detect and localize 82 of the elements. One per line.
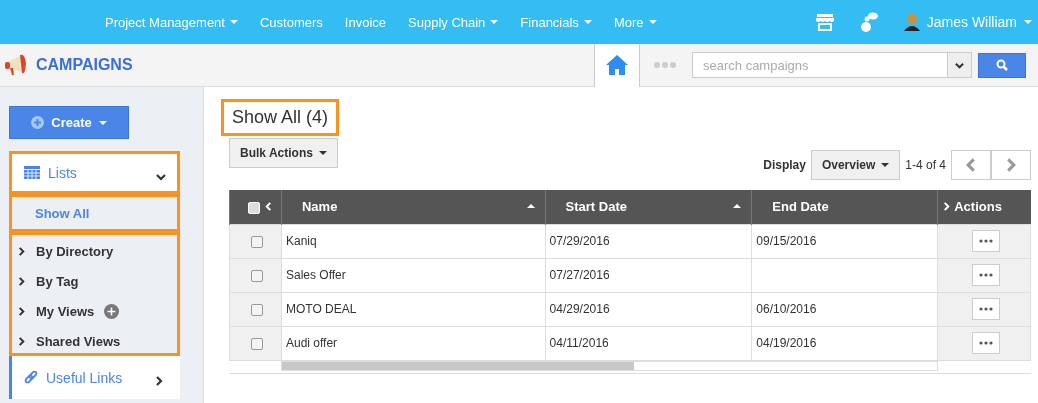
calendar-icon (24, 166, 40, 179)
sidebar-item[interactable]: By Directory (17, 236, 180, 266)
plus-icon (104, 303, 120, 319)
checkbox[interactable] (251, 303, 264, 316)
lists-section[interactable]: Lists (9, 151, 180, 194)
home-button[interactable] (594, 43, 640, 87)
nav-menu-item[interactable]: Invoice (344, 14, 386, 30)
chevron-icon (955, 60, 964, 70)
sidebar-item[interactable]: Shared Views (17, 326, 180, 356)
search-button[interactable] (978, 52, 1026, 78)
table-cell: 06/10/2016 (751, 292, 938, 326)
dropdown-button[interactable] (948, 52, 972, 78)
app-title: CAMPAIGNS (36, 56, 133, 74)
search-icon (996, 59, 1008, 71)
display-label: Display (763, 158, 806, 172)
chevron-icon (17, 276, 26, 286)
chevron-icon (156, 171, 166, 182)
ellipsis-icon (979, 307, 993, 311)
column-header[interactable]: End Date (751, 190, 938, 224)
table-cell: Audi offer (281, 326, 546, 360)
nav-menu-item[interactable]: More (613, 14, 657, 30)
chevron-icon (154, 375, 164, 386)
previous-page-button[interactable] (951, 150, 991, 180)
chat-icon[interactable] (859, 12, 878, 32)
display-dropdown[interactable]: Overview (810, 150, 901, 180)
more-actions-button[interactable] (972, 298, 1000, 320)
ellipsis-icon (979, 273, 993, 277)
sort-icon (733, 204, 742, 208)
search-field[interactable]: search campaigns (692, 52, 948, 78)
caret-icon (229, 20, 238, 24)
chevron-icon (17, 336, 26, 346)
scrollbar-thumb[interactable] (282, 361, 634, 370)
create-button[interactable]: Create (9, 106, 129, 139)
ellipsis-icon (979, 341, 993, 345)
sidebar-item[interactable]: By Tag (17, 266, 180, 296)
column-header[interactable]: Actions (937, 190, 1031, 224)
avatar-icon (903, 13, 920, 31)
nav-menu-item[interactable]: Supply Chain (408, 14, 499, 30)
chevron-icon (17, 246, 26, 256)
link-icon (24, 370, 38, 385)
more-actions-button[interactable] (972, 264, 1000, 286)
nav-menu-item[interactable]: Financials (520, 14, 592, 30)
useful-links-section[interactable]: Useful Links (9, 356, 180, 399)
chevron-left-icon (964, 158, 978, 172)
column-header[interactable]: Name (281, 190, 546, 224)
sort-icon (526, 204, 535, 208)
plus-icon (31, 116, 45, 129)
more-actions-button[interactable] (972, 230, 1000, 252)
next-page-button[interactable] (991, 150, 1031, 180)
sidebar-item[interactable]: My Views (17, 296, 180, 326)
store-icon[interactable] (815, 13, 834, 31)
table-cell: 04/19/2016 (751, 326, 938, 360)
table-cell: 07/29/2016 (545, 224, 752, 258)
table-cell: 04/29/2016 (545, 292, 752, 326)
checkbox[interactable] (251, 269, 264, 282)
chevron-icon (263, 202, 273, 212)
chevron-right-icon (1004, 158, 1018, 172)
bulk-actions-button[interactable]: Bulk Actions (229, 138, 338, 168)
caret-icon (648, 20, 657, 24)
checkbox[interactable] (251, 337, 264, 350)
caret-icon (490, 20, 499, 24)
user-menu[interactable]: James William (903, 13, 1032, 31)
table-cell: Kaniq (281, 224, 546, 258)
nav-menu-item[interactable]: Customers (259, 14, 323, 30)
nav-menu-item[interactable]: Project Management (105, 14, 238, 30)
page-title: Show All (4) (221, 99, 340, 136)
table-cell: 07/27/2016 (545, 258, 752, 292)
column-header[interactable]: Start Date (545, 190, 752, 224)
table-cell: Sales Offer (281, 258, 546, 292)
more-icon (654, 62, 676, 68)
chevron-icon (942, 202, 952, 212)
sidebar-item[interactable]: Show All (9, 194, 180, 232)
chevron-icon (17, 306, 26, 316)
ellipsis-icon (979, 239, 993, 243)
checkbox[interactable] (251, 235, 264, 248)
caret-icon (583, 20, 592, 24)
more-actions-button[interactable] (972, 332, 1000, 354)
pagination-text: 1-4 of 4 (905, 158, 946, 172)
table-cell: MOTO DEAL (281, 292, 546, 326)
home-icon (606, 55, 628, 75)
table-cell: 09/15/2016 (751, 224, 938, 258)
table-cell: 04/11/2016 (545, 326, 752, 360)
